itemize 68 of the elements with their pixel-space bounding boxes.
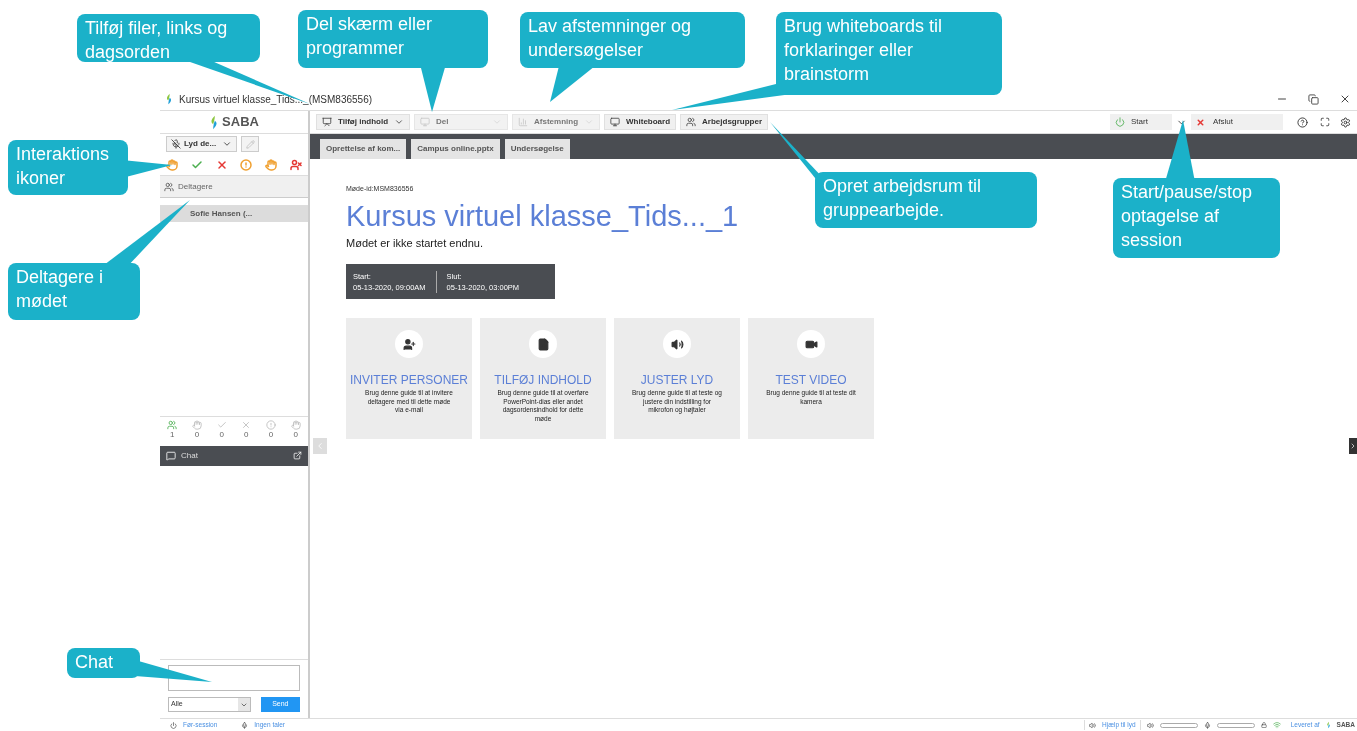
user-remove-icon[interactable] [289,158,302,171]
status-count: 0 [219,429,224,439]
caret-icon [394,117,405,127]
tab[interactable]: Campus online.pptx [411,139,500,159]
speaker-icon [670,337,684,351]
screen-icon [420,117,431,127]
settings-icon[interactable] [1340,116,1351,128]
card-title: TEST VIDEO [775,372,847,389]
card-title: JUSTER LYD [640,372,714,389]
wifi-icon [1272,721,1281,729]
status-count: 0 [244,429,249,439]
toolbar-button[interactable]: Arbejdsgrupper [680,114,769,130]
next-button[interactable] [1349,438,1357,454]
close-icon[interactable] [215,158,228,171]
mic-icon [241,721,249,729]
monitor-icon [610,117,621,127]
status-count: 0 [194,429,200,439]
tab[interactable]: Oprettelse af kom... [320,139,407,159]
pen-icon [245,139,255,149]
status-count: 0 [268,429,274,439]
callout-bubble: Del skærm eller programmer [298,10,488,68]
callout-bubble: Deltagere i mødet [8,263,140,320]
chevron-right-icon [1349,442,1357,450]
power-icon [1115,117,1125,127]
record-start-button[interactable]: Start [1110,114,1172,130]
status-count: 1 [170,429,175,439]
lock-icon [1260,722,1267,728]
chart-icon [518,117,529,127]
leaf-logo-icon [1325,721,1331,729]
callout-bubble: Interaktions ikoner [8,140,128,195]
restore-icon[interactable] [1308,93,1319,105]
mic-off-icon [171,139,181,149]
toolbar-button[interactable]: Whiteboard [604,114,677,130]
chat-header: Chat [181,449,198,462]
chat-input[interactable] [168,665,300,691]
speaker-icon [1146,721,1154,729]
toolbar-button[interactable]: Tilføj indhold [316,114,411,130]
tab[interactable]: Undersøgelse [504,139,570,159]
caret-icon [222,139,233,149]
participant-row[interactable]: Sofie Hansen (... [160,206,308,222]
users-icon [686,117,697,127]
power-icon [170,721,177,729]
leaf-logo-icon [165,93,173,105]
popout-icon[interactable] [293,451,302,460]
app-logo-text: SABA [222,113,259,132]
card-title: TILFØJ INDHOLD [494,372,592,389]
end-button[interactable]: Afslut [1191,114,1283,130]
close-icon [1196,117,1205,127]
add-person-icon [402,337,416,351]
check-icon[interactable] [191,158,203,171]
callout-bubble: Start/pause/stop optagelse af session [1113,178,1280,258]
status-count: 0 [293,429,298,439]
audio-dropdown[interactable]: Lyd de... [166,136,238,152]
meeting-title: Kursus virtuel klasse_Tids..._1 [346,198,739,233]
help-icon[interactable] [1297,116,1308,128]
hand-icon[interactable] [166,158,179,171]
callout-bubble: Tilføj filer, links og dagsorden [77,14,260,62]
participants-header: Deltagere [178,180,213,193]
slide-icon [322,117,332,127]
meeting-status: Mødet er ikke startet endnu. [346,235,483,251]
users-icon [164,181,174,192]
close-icon[interactable] [1339,93,1351,105]
chat-icon [166,450,176,461]
mic-icon [1203,721,1211,729]
card-title: INVITER PERSONER [350,372,468,389]
fullscreen-icon[interactable] [1320,117,1330,127]
speaker-icon [1089,721,1097,729]
callout-bubble: Chat [67,648,140,678]
